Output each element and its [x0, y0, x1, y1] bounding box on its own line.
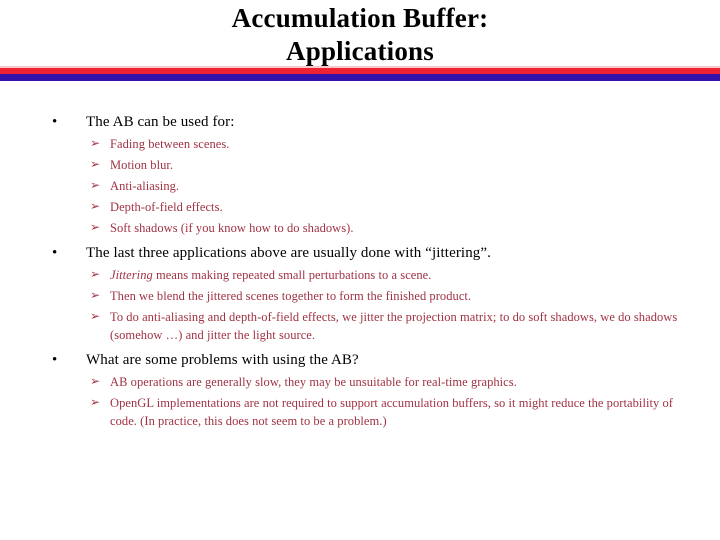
level2-bullet: ➢ AB operations are generally slow, they …: [0, 373, 720, 391]
arrowhead-bullet-icon: ➢: [90, 395, 101, 409]
level2-bullet-text: Anti-aliasing.: [110, 179, 180, 193]
level2-bullet-text: Depth-of-field effects.: [110, 200, 223, 214]
level1-bullet-text: The last three applications above are us…: [86, 245, 491, 261]
arrowhead-bullet-icon: ➢: [90, 309, 101, 323]
emphasis-term: Jittering: [110, 268, 153, 282]
arrowhead-bullet-icon: ➢: [90, 178, 101, 192]
arrowhead-bullet-icon: ➢: [90, 374, 101, 388]
level2-bullet-rest: means making repeated small perturbation…: [152, 268, 432, 282]
arrowhead-bullet-icon: ➢: [90, 199, 101, 213]
level1-bullet-text: What are some problems with using the AB…: [86, 352, 359, 368]
bullet-group: • What are some problems with using the A…: [0, 351, 720, 430]
divider-blue-bar: [0, 74, 720, 81]
level2-bullet-text: To do anti-aliasing and depth-of-field e…: [110, 310, 678, 342]
arrowhead-bullet-icon: ➢: [90, 267, 101, 281]
round-bullet-icon: •: [52, 352, 58, 368]
bullet-group: • The AB can be used for: ➢ Fading between …: [0, 113, 720, 237]
slide-title-line-2: Applications: [286, 36, 434, 66]
arrowhead-bullet-icon: ➢: [90, 157, 101, 171]
bullet-group: • The last three applications above are u…: [0, 244, 720, 344]
level2-list: ➢ AB operations are generally slow, they …: [0, 373, 720, 430]
slide-title-line-1: Accumulation Buffer:: [231, 3, 489, 33]
level2-bullet: ➢ Depth-of-field effects.: [0, 198, 720, 216]
level1-bullet: • The AB can be used for:: [0, 113, 720, 132]
arrowhead-bullet-icon: ➢: [90, 288, 101, 302]
level2-list: ➢ Fading between scenes. ➢ Motion blur. ➢ Ant…: [0, 135, 720, 237]
level2-bullet: ➢ Motion blur.: [0, 156, 720, 174]
title-divider: [0, 66, 720, 81]
level2-bullet: ➢ Soft shadows (if you know how to do sha…: [0, 219, 720, 237]
slide-body: • The AB can be used for: ➢ Fading between …: [0, 113, 720, 437]
level2-bullet-text: Jittering means making repeated small pe…: [110, 268, 431, 282]
level1-bullet-text: The AB can be used for:: [86, 114, 235, 130]
round-bullet-icon: •: [52, 114, 58, 130]
level2-bullet-text: Then we blend the jittered scenes togeth…: [110, 289, 472, 303]
round-bullet-icon: •: [52, 245, 58, 261]
level2-bullet-text: Soft shadows (if you know how to do shad…: [110, 221, 354, 235]
level2-bullet: ➢ Jittering means making repeated small p…: [0, 266, 720, 284]
level1-bullet: • The last three applications above are u…: [0, 244, 720, 263]
level2-bullet-text: Motion blur.: [110, 158, 174, 172]
level2-bullet-text: AB operations are generally slow, they m…: [110, 375, 517, 389]
level2-bullet: ➢ OpenGL implementations are not required…: [0, 394, 720, 430]
level2-bullet: ➢ Then we blend the jittered scenes toget…: [0, 287, 720, 305]
arrowhead-bullet-icon: ➢: [90, 220, 101, 234]
level2-bullet: ➢ Anti-aliasing.: [0, 177, 720, 195]
level2-bullet: ➢ To do anti-aliasing and depth-of-field …: [0, 308, 720, 344]
level2-bullet-text: Fading between scenes.: [110, 137, 230, 151]
slide-title: Accumulation Buffer: Applications: [0, 2, 720, 68]
arrowhead-bullet-icon: ➢: [90, 136, 101, 150]
level2-bullet: ➢ Fading between scenes.: [0, 135, 720, 153]
level1-bullet: • What are some problems with using the A…: [0, 351, 720, 370]
level2-bullet-text: OpenGL implementations are not required …: [110, 396, 673, 428]
level2-list: ➢ Jittering means making repeated small p…: [0, 266, 720, 344]
